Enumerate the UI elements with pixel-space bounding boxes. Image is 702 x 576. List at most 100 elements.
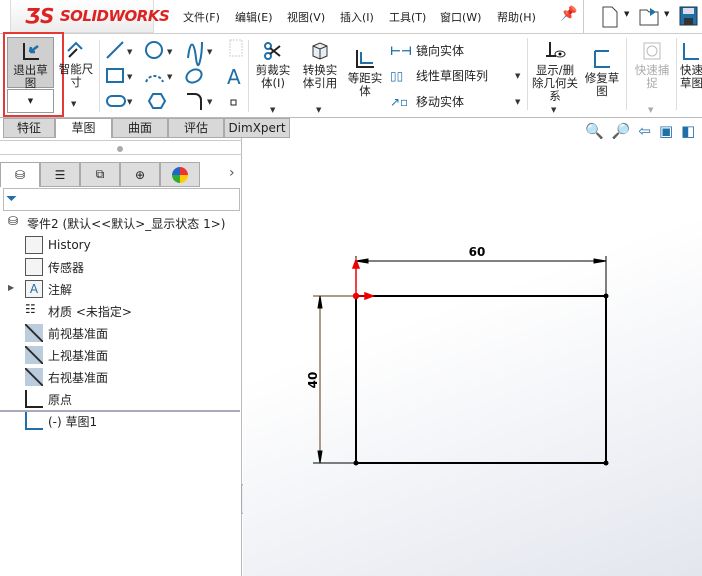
chevron-down-icon[interactable]: ▼ (316, 106, 321, 114)
chevron-right-icon[interactable]: › (229, 165, 235, 181)
chevron-down-icon[interactable]: ▼ (624, 10, 629, 18)
tab-display-manager[interactable] (160, 162, 200, 187)
new-document-icon[interactable] (600, 6, 620, 28)
menu-window[interactable]: 窗口(W) (440, 9, 481, 25)
ellipse-icon (185, 68, 203, 84)
exit-sketch-button[interactable]: 退出草图 (7, 37, 54, 90)
chevron-down-icon[interactable]: ▼ (270, 106, 275, 114)
tab-configuration-manager[interactable]: ⧉ (80, 162, 120, 187)
tab-sketch[interactable]: 草图 (55, 118, 112, 138)
tree-root-part[interactable]: ⛁ 零件2 (默认<<默认>_显示状态 1>) (4, 213, 226, 233)
display-delete-relations-button[interactable]: 显示/删除几何关系 (531, 40, 579, 103)
repair-sketch-icon (594, 50, 610, 68)
property-list-icon: ☰ (54, 167, 66, 182)
chevron-down-icon[interactable]: ▼ (71, 100, 76, 108)
snap-icon (643, 42, 661, 60)
divider (248, 40, 249, 112)
smart-dimension-icon (67, 41, 83, 58)
appearance-ball-icon (172, 166, 188, 183)
history-folder-icon (25, 236, 43, 254)
point-icon (230, 99, 237, 106)
sketch-canvas[interactable]: 60 40 (243, 138, 702, 576)
convert-entities-button[interactable]: 转换实体引用 (298, 40, 342, 90)
sketch-tools-grid[interactable]: A ▼ ▼ ▼ ▼ ▼ ▼ ▼ (103, 38, 253, 114)
part-icon: ⛁ (14, 168, 26, 182)
linear-pattern-button[interactable]: ▯▯ 线性草图阵列 (390, 67, 488, 84)
tab-dimxpert-manager[interactable]: ⊕ (120, 162, 160, 187)
sketch-rectangle (355, 295, 607, 464)
tree-item-sensors[interactable]: 传感器 (25, 257, 84, 277)
open-folder-icon[interactable] (638, 5, 662, 27)
plane-icon (25, 324, 43, 342)
rectangle-icon (106, 68, 124, 83)
chevron-down-icon[interactable]: ▼ (515, 98, 520, 106)
mirror-entities-button[interactable]: ⊢⊣ 镜向实体 (390, 42, 464, 59)
sketch-origin-icon (351, 257, 376, 301)
expand-arrow-icon[interactable]: ▶ (8, 283, 14, 292)
text-icon: A (227, 65, 241, 89)
tree-item-material[interactable]: ☷ 材质 <未指定> (25, 301, 132, 321)
filter-input[interactable]: ⏷ (3, 188, 240, 211)
divider (0, 154, 242, 155)
trim-entities-button[interactable]: 剪裁实体(I) (252, 40, 294, 90)
menu-help[interactable]: 帮助(H) (497, 9, 536, 25)
tab-surfaces[interactable]: 曲面 (112, 118, 168, 138)
plane-icon (229, 39, 243, 57)
svg-text:▼: ▼ (167, 48, 173, 56)
tree-item-annotations[interactable]: A 注解 (25, 279, 72, 299)
divider (676, 38, 677, 110)
quick-sketch-button[interactable]: 快速草图 (680, 40, 702, 90)
tree-item-sketch1[interactable]: (-) 草图1 (25, 411, 97, 431)
save-icon[interactable] (678, 5, 700, 27)
command-manager: 退出草图 ▼ 智能尺寸 ▼ A ▼ ▼ ▼ ▼ ▼ ▼ ▼ 剪裁实体(I) ▼ 转换实体引用… (0, 32, 702, 118)
chevron-down-icon[interactable]: ▼ (664, 10, 669, 18)
tree-item-history[interactable]: History (25, 235, 91, 255)
tree-item-right-plane[interactable]: 右视基准面 (25, 367, 108, 387)
chevron-down-icon[interactable]: ▼ (551, 106, 556, 114)
dimension-width-label[interactable]: 60 (469, 245, 486, 259)
plane-icon (25, 368, 43, 386)
dimension-height-label[interactable]: 40 (306, 372, 320, 389)
repair-sketch-button[interactable]: 修复草图 (581, 48, 623, 98)
svg-text:▼: ▼ (127, 73, 133, 81)
svg-text:▼: ▼ (127, 48, 133, 56)
divider (0, 140, 242, 141)
exit-sketch-icon (22, 43, 39, 60)
pin-icon[interactable]: 📌 (560, 6, 577, 22)
menu-view[interactable]: 视图(V) (287, 9, 325, 25)
divider (626, 38, 627, 110)
offset-entities-button[interactable]: 等距实体 (344, 48, 386, 98)
filter-icon: ⏷ (6, 191, 18, 207)
annotation-folder-icon: A (25, 280, 43, 298)
move-entities-button[interactable]: ↗▫ 移动实体 (390, 93, 464, 110)
graphics-area[interactable]: 🔍 🔎 ⇦ ▣ ◧ 60 40 (243, 122, 702, 576)
menu-file[interactable]: 文件(F) (183, 9, 220, 25)
tree-item-top-plane[interactable]: 上视基准面 (25, 345, 108, 365)
chevron-down-icon[interactable]: ▼ (648, 106, 653, 114)
tree-item-origin[interactable]: 原点 (25, 389, 72, 409)
slot-icon (106, 95, 126, 107)
svg-text:▼: ▼ (207, 48, 213, 56)
tab-feature-manager[interactable]: ⛁ (0, 162, 40, 187)
solidworks-logo[interactable]: ƷS SOLIDWORKS (10, 0, 170, 33)
divider (99, 40, 100, 112)
smart-dimension-button[interactable]: 智能尺寸 (57, 39, 95, 89)
menu-tools[interactable]: 工具(T) (389, 9, 426, 25)
scissors-icon (264, 42, 281, 60)
svg-text:▼: ▼ (207, 98, 213, 106)
quick-snaps-button[interactable]: 快速捕捉 (630, 40, 674, 90)
title-bar: ƷS SOLIDWORKS 文件(F) 编辑(E) 视图(V) 插入(I) 工具(… (0, 0, 702, 34)
offset-icon (356, 50, 374, 68)
menu-insert[interactable]: 插入(I) (340, 9, 374, 25)
tab-features[interactable]: 特征 (3, 118, 55, 138)
linear-pattern-icon: ▯▯ (390, 68, 404, 83)
chevron-down-icon[interactable]: ▼ (515, 72, 520, 80)
splitter-handle[interactable] (117, 146, 123, 152)
tab-evaluate[interactable]: 评估 (168, 118, 224, 138)
tree-item-front-plane[interactable]: 前视基准面 (25, 323, 108, 343)
menu-edit[interactable]: 编辑(E) (235, 9, 273, 25)
divider (527, 38, 528, 110)
tab-dimxpert[interactable]: DimXpert (224, 118, 290, 138)
exit-sketch-dropdown[interactable]: ▼ (7, 89, 54, 113)
tab-property-manager[interactable]: ☰ (40, 162, 80, 187)
